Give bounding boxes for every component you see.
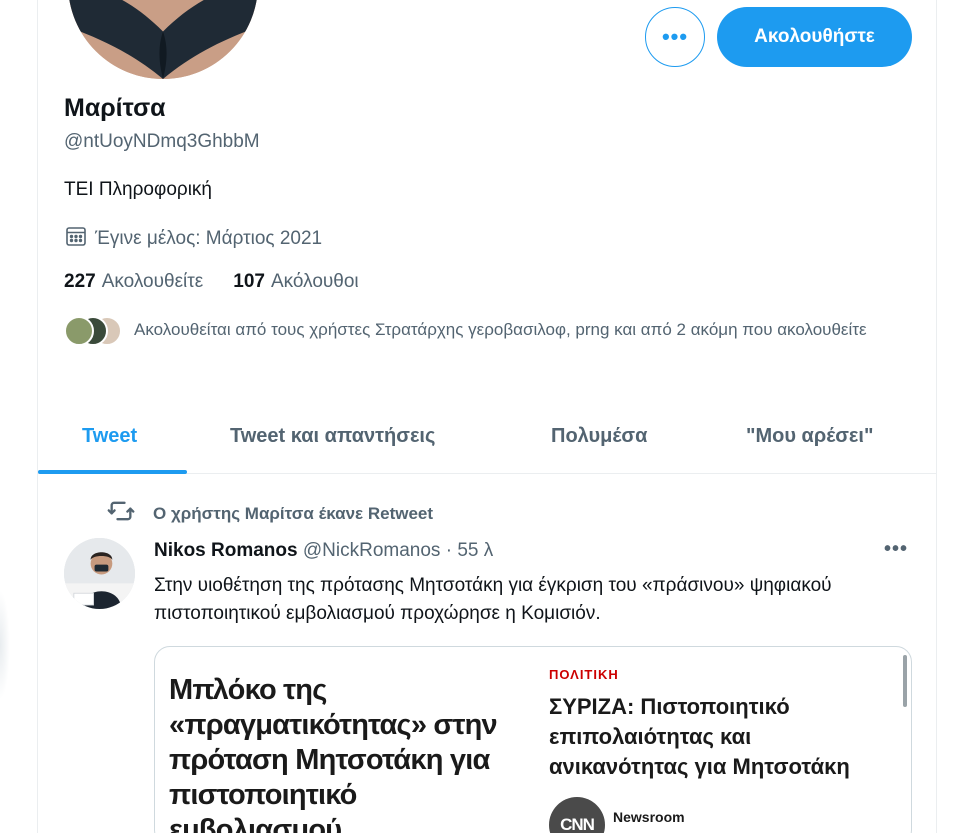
following-link[interactable]: 227 Ακολουθείτε	[64, 271, 203, 293]
avatar	[64, 316, 94, 346]
joined-label: Έγινε μέλος: Μάρτιος 2021	[95, 228, 323, 249]
retweet-note: Ο χρήστης Μαρίτσα έκανε Retweet	[107, 497, 433, 530]
more-options-button[interactable]: •••	[645, 7, 705, 67]
calendar-icon	[64, 224, 88, 254]
followers-label: Ακόλουθοι	[270, 271, 359, 292]
card-section-label: ΠΟΛΙΤΙΚΗ	[549, 667, 619, 682]
followed-by-text: Ακολουθείται από τους χρήστες Στρατάρχης…	[134, 320, 867, 339]
tweet-author-name[interactable]: Nikos Romanos	[154, 540, 298, 561]
card-title: ΣΥΡΙΖΑ: Πιστοποιητικό επιπολαιότητας και…	[549, 694, 850, 779]
profile-bio: ΤΕΙ Πληροφορική	[64, 179, 212, 200]
active-tab-indicator	[38, 470, 187, 474]
card-image-headline: Μπλόκο της «πραγματικότητας» στην πρότασ…	[169, 674, 498, 833]
tweet-author-handle[interactable]: @NickRomanos	[303, 540, 441, 561]
left-edge-shadow	[0, 590, 10, 700]
following-label: Ακολουθείτε	[101, 271, 204, 292]
follow-stats: 227 Ακολουθείτε 107 Ακόλουθοι	[64, 271, 359, 293]
profile-tabs: Tweet Tweet και απαντήσεις Πολυμέσα "Μου…	[38, 398, 936, 474]
joined-date: Έγινε μέλος: Μάρτιος 2021	[64, 224, 322, 254]
tweet-author-avatar[interactable]	[64, 538, 135, 609]
follower-avatars	[64, 316, 126, 346]
card-scrollbar[interactable]	[903, 655, 907, 707]
tab-likes[interactable]: "Μου αρέσει"	[746, 398, 873, 474]
tweet-header: Nikos Romanos @NickRomanos · 55 λ	[154, 540, 493, 562]
link-card[interactable]: Μπλόκο της «πραγματικότητας» στην πρότασ…	[154, 646, 912, 833]
cnn-logo: CNN	[549, 797, 605, 833]
profile-handle: @ntUoyNDmq3GhbbM	[64, 131, 260, 152]
tab-media[interactable]: Πολυμέσα	[551, 398, 647, 474]
follow-button[interactable]: Ακολουθήστε	[717, 7, 912, 67]
followers-count: 107	[233, 271, 265, 292]
card-source: Newsroom	[613, 809, 685, 825]
tweet-more-button[interactable]: •••	[884, 538, 908, 561]
followers-link[interactable]: 107 Ακόλουθοι	[233, 271, 358, 293]
tab-tweets-and-replies[interactable]: Tweet και απαντήσεις	[230, 398, 435, 474]
retweet-label[interactable]: Ο χρήστης Μαρίτσα έκανε Retweet	[153, 504, 433, 524]
following-count: 227	[64, 271, 96, 292]
tab-tweets[interactable]: Tweet	[82, 398, 137, 474]
tweet-separator: ·	[445, 540, 453, 561]
followed-by[interactable]: Ακολουθείται από τους χρήστες Στρατάρχης…	[64, 316, 914, 346]
tweet-time[interactable]: 55 λ	[457, 540, 493, 561]
tweet-text: Στην υιοθέτηση της πρότασης Μητσοτάκη γι…	[154, 575, 832, 624]
retweet-icon	[107, 497, 153, 530]
profile-name: Μαρίτσα	[64, 94, 166, 122]
